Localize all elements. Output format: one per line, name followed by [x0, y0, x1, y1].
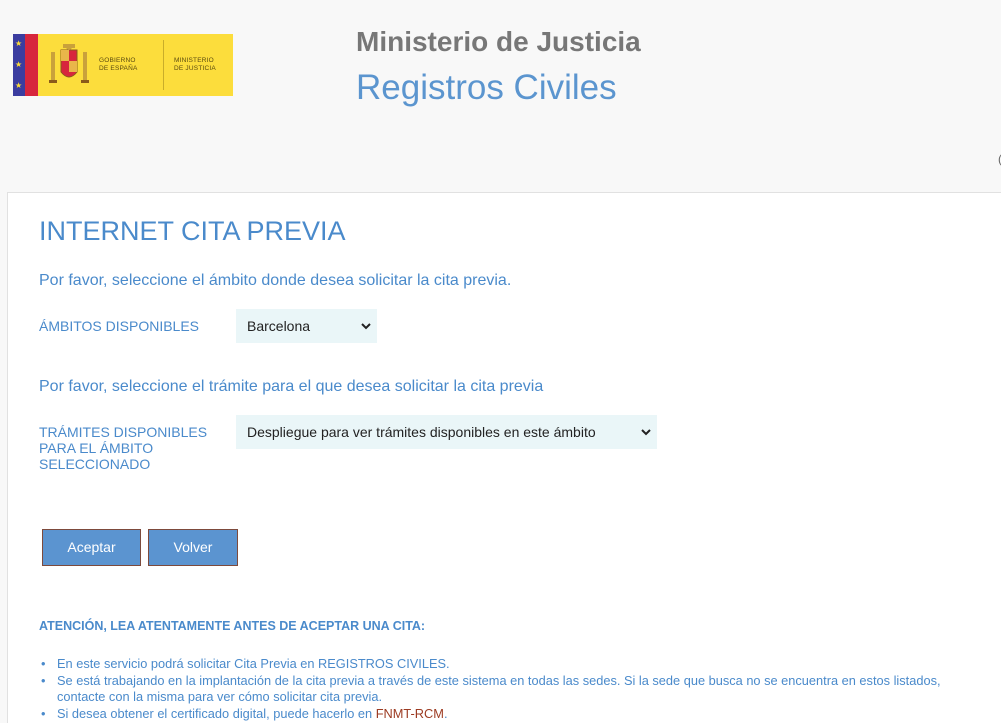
chevron-down-icon — [361, 323, 371, 330]
ministerio-logo-text: MINISTERIO DE JUSTICIA — [174, 57, 216, 72]
bullet-icon: • — [41, 705, 46, 721]
page-header: ★ ★ ★ GOBIERNO DE ESPAÑA MINISTERIO DE J… — [0, 0, 1001, 192]
list-item: • En este servicio podrá solicitar Cita … — [41, 656, 450, 671]
bullet-icon: • — [41, 656, 46, 671]
chevron-down-icon — [641, 429, 651, 436]
back-button[interactable]: Volver — [148, 529, 238, 566]
ambito-label: ÁMBITOS DISPONIBLES — [39, 318, 200, 334]
gobierno-text: GOBIERNO DE ESPAÑA — [99, 57, 138, 72]
page-title: INTERNET CITA PREVIA — [39, 216, 346, 246]
ambito-select-value: Barcelona — [247, 318, 311, 334]
coat-of-arms-icon — [49, 44, 89, 83]
gobierno-logo[interactable]: ★ ★ ★ GOBIERNO DE ESPAÑA MINISTERIO DE J… — [13, 34, 233, 96]
eu-flag-band: ★ ★ ★ — [13, 34, 25, 96]
tramite-label: TRÁMITES DISPONIBLES PARA EL ÁMBITO SELE… — [39, 424, 208, 472]
accept-button[interactable]: Aceptar — [42, 529, 141, 566]
list-item: • Si desea obtener el certificado digita… — [41, 705, 448, 721]
attention-heading: ATENCIÓN, LEA ATENTAMENTE ANTES DE ACEPT… — [39, 619, 426, 633]
ambito-select[interactable]: Barcelona — [236, 309, 377, 343]
ministry-title: Ministerio de Justicia — [356, 26, 641, 57]
tramite-select-value: Despliegue para ver trámites disponibles… — [247, 424, 596, 440]
tramite-select[interactable]: Despliegue para ver trámites disponibles… — [236, 415, 657, 449]
list-item: • Se está trabajando en la implantación … — [41, 672, 941, 705]
cita-previa-panel: INTERNET CITA PREVIA Por favor, seleccio… — [7, 192, 1001, 723]
ambito-prompt: Por favor, seleccione el ámbito donde de… — [39, 272, 512, 289]
notes-list: • En este servicio podrá solicitar Cita … — [39, 656, 969, 722]
flag-red-band — [25, 34, 38, 96]
tramite-prompt: Por favor, seleccione el trámite para el… — [39, 378, 544, 395]
bullet-icon: • — [41, 672, 46, 688]
site-title: Registros Civiles — [356, 68, 617, 107]
logo-divider — [163, 40, 164, 90]
fnmt-link[interactable]: FNMT-RCM — [376, 706, 444, 721]
